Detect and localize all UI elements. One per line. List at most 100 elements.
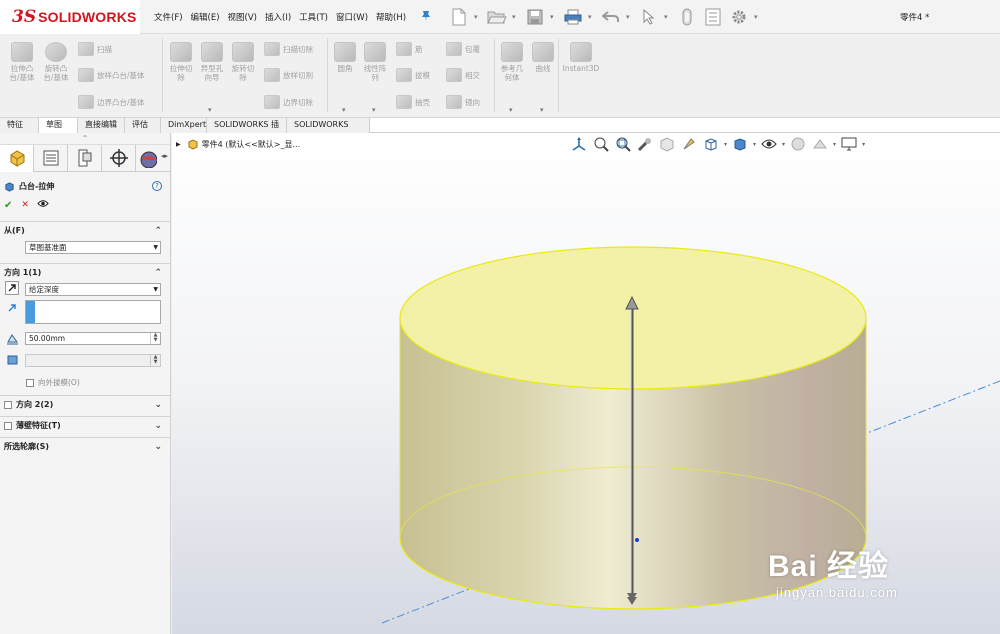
- tab-solidworks-addins[interactable]: SOLIDWORKS 插件: [207, 118, 287, 143]
- property-manager-panel: ⌃ ◂▸ 凸台-拉伸 ? ✔ ✕ 从(F) ⌃ 草图基准面 ▼ 方向 1(1) …: [0, 133, 171, 634]
- undo-dropdown-icon[interactable]: ▾: [626, 13, 634, 21]
- rebuild-icon[interactable]: [676, 6, 698, 28]
- revolve-boss-button[interactable]: 旋转凸 台/基体: [40, 42, 72, 82]
- fillet-dropdown-icon[interactable]: ▾: [342, 106, 346, 114]
- tab-features[interactable]: 特征: [0, 118, 39, 133]
- tab-direct-editing[interactable]: 直接编辑: [78, 118, 125, 133]
- draft-angle-spinner[interactable]: ▲ ▼: [150, 355, 160, 366]
- swept-cut-button[interactable]: 扫描切除: [264, 42, 313, 56]
- configuration-manager-tab[interactable]: [68, 144, 102, 172]
- extrude-cut-button[interactable]: 拉伸切 除: [166, 42, 196, 82]
- lofted-cut-button[interactable]: 放样切割: [264, 68, 313, 82]
- panel-grip[interactable]: ⌃: [0, 133, 170, 145]
- curves-button[interactable]: 曲线: [529, 42, 557, 73]
- revolve-cut-button[interactable]: 旋转切 除: [228, 42, 258, 82]
- expand-icon[interactable]: ⌄: [154, 400, 162, 410]
- menu-insert[interactable]: 插入(I): [265, 11, 291, 23]
- direction-vector-selection-box[interactable]: [25, 300, 161, 324]
- boundary-cut-icon: [264, 95, 280, 109]
- curves-dropdown-icon[interactable]: ▾: [540, 106, 544, 114]
- tab-solidworks-mbd[interactable]: SOLIDWORKS MBD: [287, 118, 370, 143]
- hole-wizard-button[interactable]: 异型孔 向导: [197, 42, 227, 82]
- save-dropdown-icon[interactable]: ▾: [550, 13, 558, 21]
- thin-feature-checkbox[interactable]: 薄壁特征(T): [4, 420, 61, 431]
- collapse-icon[interactable]: ⌃: [154, 268, 162, 278]
- preview-button[interactable]: [37, 199, 49, 211]
- ribbon-separator: [494, 38, 495, 112]
- pin-menu-icon[interactable]: [420, 10, 432, 25]
- tab-evaluate[interactable]: 评估: [125, 118, 161, 133]
- property-manager-tab[interactable]: [34, 144, 68, 172]
- draft-icon: [396, 68, 412, 82]
- boundary-cut-button[interactable]: 边界切除: [264, 95, 313, 109]
- panel-tabs-scroll-icon[interactable]: ◂▸: [161, 152, 168, 160]
- tab-sketch[interactable]: 草图: [39, 118, 78, 133]
- print-icon[interactable]: [562, 6, 584, 28]
- shell-button[interactable]: 抽壳: [396, 95, 430, 109]
- sweep-icon: [78, 42, 94, 56]
- loft-boss-button[interactable]: 放样凸台/基体: [78, 68, 145, 82]
- menu-window[interactable]: 窗口(W): [336, 11, 368, 23]
- display-manager-tab[interactable]: [136, 145, 158, 172]
- select-icon[interactable]: [638, 6, 660, 28]
- print-dropdown-icon[interactable]: ▾: [588, 13, 596, 21]
- reverse-direction-button[interactable]: [5, 281, 19, 295]
- draft-outward-checkbox[interactable]: 向外拔模(O): [26, 377, 80, 388]
- menu-bar: 文件(F) 编辑(E) 视图(V) 插入(I) 工具(T) 窗口(W) 帮助(H…: [150, 0, 410, 34]
- expand-icon[interactable]: ⌄: [154, 421, 162, 431]
- wrap-button[interactable]: 包覆: [446, 42, 480, 56]
- linear-pattern-button[interactable]: 线性阵 列: [360, 42, 390, 82]
- dimxpert-manager-tab[interactable]: [102, 144, 136, 172]
- solidworks-logo[interactable]: 3S SOLIDWORKS: [0, 0, 140, 34]
- end-condition-select[interactable]: 给定深度 ▼: [25, 283, 161, 296]
- selected-contours-title: 所选轮廓(S): [4, 442, 50, 451]
- menu-tools[interactable]: 工具(T): [299, 11, 328, 23]
- file-properties-icon[interactable]: [702, 6, 724, 28]
- instant3d-button[interactable]: Instant3D: [561, 42, 601, 73]
- from-select[interactable]: 草图基准面 ▼: [25, 241, 161, 254]
- new-dropdown-icon[interactable]: ▾: [474, 13, 482, 21]
- extrude-boss-button[interactable]: 拉伸凸 台/基体: [6, 42, 38, 82]
- rib-button[interactable]: 筋: [396, 42, 423, 56]
- boundary-boss-button[interactable]: 边界凸台/基体: [78, 95, 145, 109]
- undo-icon[interactable]: [600, 6, 622, 28]
- open-dropdown-icon[interactable]: ▾: [512, 13, 520, 21]
- draft-angle-field[interactable]: ▲ ▼: [25, 354, 161, 367]
- menu-file[interactable]: 文件(F): [154, 11, 183, 23]
- graphics-area[interactable]: ▶ 零件4 (默认<<默认>_显... ▾ ▾ ▾ ▾ ▾ Bai 经验 jin…: [172, 133, 1000, 634]
- draft-toggle-icon[interactable]: [5, 352, 19, 366]
- reference-geometry-dropdown-icon[interactable]: ▾: [509, 106, 513, 114]
- collapse-icon[interactable]: ⌃: [154, 226, 162, 236]
- ok-button[interactable]: ✔: [4, 200, 12, 211]
- ribbon-separator: [327, 38, 328, 112]
- rib-icon: [396, 42, 412, 56]
- reference-geometry-button[interactable]: 参考几 何体: [497, 42, 527, 82]
- command-manager-ribbon: 拉伸凸 台/基体 旋转凸 台/基体 扫描 放样凸台/基体 边界凸台/基体 拉伸切…: [0, 34, 1000, 118]
- tab-dimxpert[interactable]: DimXpert: [161, 118, 207, 133]
- new-icon[interactable]: [448, 6, 470, 28]
- direction2-checkbox[interactable]: 方向 2(2): [4, 399, 53, 410]
- cancel-button[interactable]: ✕: [21, 200, 29, 210]
- options-icon[interactable]: [728, 6, 750, 28]
- intersect-button[interactable]: 相交: [446, 68, 480, 82]
- depth-spinner[interactable]: ▲ ▼: [150, 333, 160, 344]
- depth-field[interactable]: 50.00mm ▲ ▼: [25, 332, 161, 345]
- select-dropdown-icon[interactable]: ▾: [664, 13, 672, 21]
- menu-view[interactable]: 视图(V): [228, 11, 257, 23]
- save-icon[interactable]: [524, 6, 546, 28]
- mirror-button[interactable]: 镜向: [446, 95, 480, 109]
- help-button[interactable]: ?: [152, 181, 162, 191]
- options-dropdown-icon[interactable]: ▾: [754, 13, 762, 21]
- feature-manager-tab[interactable]: [0, 144, 34, 172]
- fillet-button[interactable]: 圆角: [330, 42, 360, 73]
- pattern-dropdown-icon[interactable]: ▾: [372, 106, 376, 114]
- open-icon[interactable]: [486, 6, 508, 28]
- sweep-button[interactable]: 扫描: [78, 42, 112, 56]
- hole-wizard-dropdown-icon[interactable]: ▾: [208, 106, 212, 114]
- loft-icon: [78, 68, 94, 82]
- menu-edit[interactable]: 编辑(E): [191, 11, 220, 23]
- menu-help[interactable]: 帮助(H): [376, 11, 406, 23]
- draft-button[interactable]: 拔模: [396, 68, 430, 82]
- expand-icon[interactable]: ⌄: [154, 442, 162, 452]
- ds-logo-mark: 3S: [12, 7, 37, 27]
